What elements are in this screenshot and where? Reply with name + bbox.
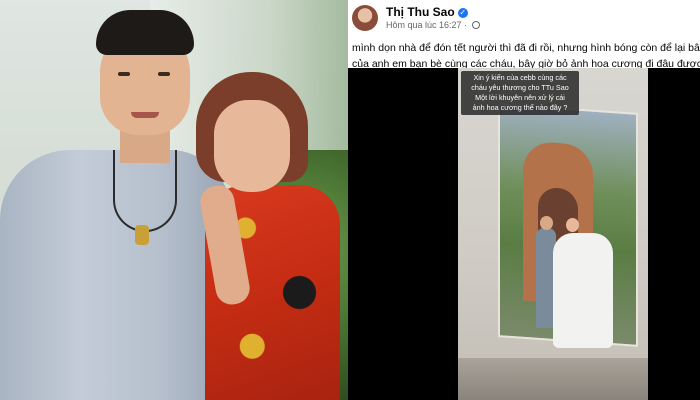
floor	[458, 358, 648, 400]
author-name[interactable]: Thị Thu Sao	[386, 5, 455, 19]
bride-head	[566, 218, 579, 232]
post-timestamp-row[interactable]: Hôm qua lúc 16:27 ·	[386, 20, 480, 30]
facebook-post: Thị Thu Sao ✓ Hôm qua lúc 16:27 · mình dọ…	[348, 0, 700, 400]
man-eye-right	[158, 72, 170, 76]
video-caption-overlay: Xin ý kiến của cebb cùng các cháu yêu th…	[461, 71, 579, 115]
post-text-line-1: mình dọn nhà để đón tết người thì đã đi …	[352, 42, 700, 54]
globe-icon	[471, 21, 480, 29]
overlay-line-3: Một lời khuyên nên xử lý cái	[475, 93, 565, 102]
woman-face	[214, 100, 290, 192]
author-name-row[interactable]: Thị Thu Sao ✓	[386, 5, 468, 19]
man-hair	[96, 10, 194, 55]
post-timestamp[interactable]: Hôm qua lúc 16:27 ·	[386, 20, 470, 30]
author-avatar[interactable]	[352, 5, 378, 31]
groom-head	[540, 216, 553, 230]
overlay-line-2: cháu yêu thương cho TTu Sao	[471, 83, 569, 92]
verified-icon: ✓	[457, 8, 468, 18]
necklace	[113, 150, 177, 232]
overlay-line-1: Xin ý kiến của cebb cùng các	[473, 73, 567, 82]
post-header: Thị Thu Sao ✓ Hôm qua lúc 16:27 ·	[348, 0, 700, 34]
pendant	[135, 225, 149, 245]
man-mouth	[131, 112, 159, 118]
man-eye-left	[118, 72, 130, 76]
bride	[553, 233, 613, 348]
post-video[interactable]: Xin ý kiến của cebb cùng các cháu yêu th…	[348, 68, 700, 400]
couple-photo	[0, 0, 348, 400]
overlay-line-4: ảnh hoa cương thế nào đây ?	[472, 103, 568, 112]
